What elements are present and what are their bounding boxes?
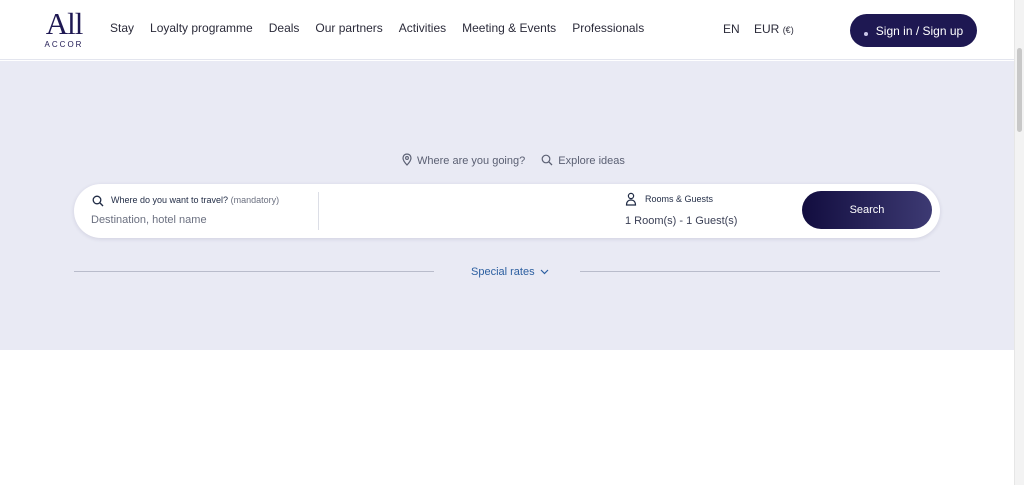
tab-explore-label: Explore ideas: [558, 155, 625, 167]
scrollbar-thumb[interactable]: [1017, 48, 1022, 132]
search-button[interactable]: Search: [802, 191, 932, 229]
destination-field[interactable]: Where do you want to travel? (mandatory): [91, 192, 318, 232]
nav-item-professionals[interactable]: Professionals: [572, 21, 644, 35]
destination-label: Where do you want to travel? (mandatory): [111, 195, 279, 205]
nav-item-stay[interactable]: Stay: [110, 21, 134, 35]
destination-input[interactable]: [91, 214, 311, 226]
location-pin-icon: [402, 153, 412, 169]
nav-item-meeting-events[interactable]: Meeting & Events: [462, 21, 556, 35]
tab-explore-ideas[interactable]: Explore ideas: [541, 153, 625, 169]
accor-logo[interactable]: All ACCOR: [42, 6, 86, 50]
special-rates-toggle[interactable]: Special rates: [471, 266, 549, 278]
tab-where-are-you-going[interactable]: Where are you going?: [402, 153, 525, 169]
search-mode-tabs: Where are you going? Explore ideas: [402, 153, 625, 169]
currency-symbol: (€): [782, 25, 794, 35]
search-hero: Where are you going? Explore ideas Where…: [0, 61, 1014, 350]
special-rates-rule-left: [74, 271, 434, 272]
rooms-guests-field[interactable]: Rooms & Guests 1 Room(s) - 1 Guest(s): [625, 192, 755, 232]
page-scrollbar[interactable]: [1014, 0, 1024, 485]
search-bar: Where do you want to travel? (mandatory)…: [74, 184, 940, 238]
logo-accor-text: ACCOR: [44, 40, 84, 49]
special-rates-rule-right: [580, 271, 940, 272]
chevron-down-icon: [540, 266, 549, 278]
currency-selector[interactable]: EUR (€): [754, 22, 794, 36]
search-icon: [541, 154, 553, 169]
currency-code: EUR: [754, 22, 780, 36]
nav-item-activities[interactable]: Activities: [399, 21, 446, 35]
sign-in-button[interactable]: Sign in / Sign up: [850, 14, 977, 47]
loading-dot-icon: [863, 31, 868, 36]
rooms-guests-value: 1 Room(s) - 1 Guest(s): [625, 215, 738, 227]
sign-in-label: Sign in / Sign up: [875, 23, 964, 38]
special-rates-label: Special rates: [471, 266, 535, 278]
main-nav: Stay Loyalty programme Deals Our partner…: [110, 21, 644, 35]
field-divider: [318, 192, 319, 230]
site-header: All ACCOR Stay Loyalty programme Deals O…: [0, 0, 1024, 60]
nav-item-deals[interactable]: Deals: [269, 21, 300, 35]
nav-item-our-partners[interactable]: Our partners: [315, 21, 382, 35]
nav-item-loyalty-programme[interactable]: Loyalty programme: [150, 21, 253, 35]
logo-all-text: All: [45, 6, 84, 41]
destination-label-text: Where do you want to travel?: [111, 195, 229, 205]
language-selector[interactable]: EN: [723, 22, 740, 36]
person-icon: [625, 192, 637, 211]
mandatory-hint: (mandatory): [230, 195, 280, 205]
tab-where-label: Where are you going?: [417, 155, 526, 167]
rooms-guests-label: Rooms & Guests: [645, 194, 714, 204]
search-icon: [92, 194, 104, 212]
